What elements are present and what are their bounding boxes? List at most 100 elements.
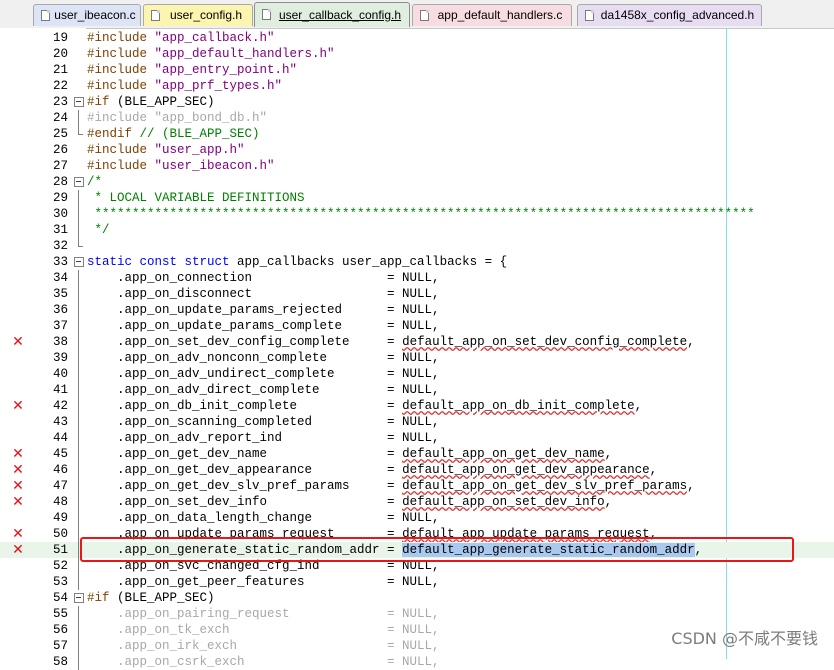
- fold-toggle-icon[interactable]: [73, 254, 84, 270]
- code-text: * LOCAL VARIABLE DEFINITIONS: [87, 190, 305, 206]
- fold-guide: [73, 574, 84, 590]
- error-marker-icon[interactable]: ✕: [11, 478, 25, 494]
- code-line[interactable]: ✕ 38 .app_on_set_dev_config_complete = de…: [0, 334, 834, 350]
- code-line[interactable]: ✕ 45 .app_on_get_dev_name = default_app_o…: [0, 446, 834, 462]
- code-text: #include "app_entry_point.h": [87, 62, 297, 78]
- code-line[interactable]: ✕ 47 .app_on_get_dev_slv_pref_params = de…: [0, 478, 834, 494]
- code-token: .app_on_update_params_complete = NULL,: [87, 319, 440, 333]
- code-token: .app_on_data_length_change = NULL,: [87, 511, 440, 525]
- line-number: 53: [52, 575, 68, 589]
- fold-guide: [73, 382, 84, 398]
- code-line[interactable]: 29 * LOCAL VARIABLE DEFINITIONS: [0, 190, 834, 206]
- tab-da1458x-config-advanced-h[interactable]: da1458x_config_advanced.h: [577, 4, 762, 26]
- code-line[interactable]: 55 .app_on_pairing_request = NULL,: [0, 606, 834, 622]
- line-number: 56: [52, 623, 68, 637]
- line-number: 35: [52, 287, 68, 301]
- fold-toggle-icon[interactable]: [73, 94, 84, 110]
- tab-app-default-handlers-c[interactable]: app_default_handlers.c: [412, 4, 572, 26]
- code-token: "user_app.h": [154, 143, 245, 157]
- code-line[interactable]: 32: [0, 238, 834, 254]
- code-token: ,: [604, 495, 613, 509]
- code-line[interactable]: ✕ 42 .app_on_db_init_complete = default_a…: [0, 398, 834, 414]
- fold-toggle-icon[interactable]: [73, 174, 84, 190]
- code-line[interactable]: 22 #include "app_prf_types.h": [0, 78, 834, 94]
- code-line[interactable]: 33 static const struct app_callbacks user…: [0, 254, 834, 270]
- fold-guide: [73, 110, 84, 126]
- code-token: ,: [604, 447, 613, 461]
- code-line[interactable]: 43 .app_on_scanning_completed = NULL,: [0, 414, 834, 430]
- line-number: 43: [52, 415, 68, 429]
- line-number: 30: [52, 207, 68, 221]
- code-line[interactable]: ✕ 48 .app_on_set_dev_info = default_app_o…: [0, 494, 834, 510]
- tab-label: app_default_handlers.c: [437, 8, 563, 22]
- code-text: .app_on_scanning_completed = NULL,: [87, 414, 440, 430]
- tab-user-ibeacon-c[interactable]: user_ibeacon.c: [33, 4, 141, 26]
- code-line[interactable]: 24 #include "app_bond_db.h": [0, 110, 834, 126]
- code-line[interactable]: 36 .app_on_update_params_rejected = NULL…: [0, 302, 834, 318]
- error-marker-icon[interactable]: ✕: [11, 462, 25, 478]
- line-number: 42: [52, 399, 68, 413]
- code-token: .app_on_scanning_completed = NULL,: [87, 415, 440, 429]
- code-line[interactable]: 25 #endif // (BLE_APP_SEC): [0, 126, 834, 142]
- code-text: */: [87, 222, 110, 238]
- code-token: .app_on_update_params_rejected = NULL,: [87, 303, 440, 317]
- code-line[interactable]: 53 .app_on_get_peer_features = NULL,: [0, 574, 834, 590]
- code-token: "app_default_handlers.h": [154, 47, 335, 61]
- code-line[interactable]: 34 .app_on_connection = NULL,: [0, 270, 834, 286]
- code-line[interactable]: 54 #if (BLE_APP_SEC): [0, 590, 834, 606]
- code-token: "user_ibeacon.h": [154, 159, 275, 173]
- code-line[interactable]: 35 .app_on_disconnect = NULL,: [0, 286, 834, 302]
- code-line[interactable]: 26 #include "user_app.h": [0, 142, 834, 158]
- code-line[interactable]: 21 #include "app_entry_point.h": [0, 62, 834, 78]
- code-token: ,: [649, 463, 658, 477]
- code-line[interactable]: 28 /*: [0, 174, 834, 190]
- error-marker-icon[interactable]: ✕: [11, 334, 25, 350]
- code-token: app_callbacks user_app_callbacks = {: [237, 255, 508, 269]
- code-line[interactable]: 30 *************************************…: [0, 206, 834, 222]
- error-marker-icon[interactable]: ✕: [11, 526, 25, 542]
- code-text: #include "app_default_handlers.h": [87, 46, 335, 62]
- fold-guide: [73, 366, 84, 382]
- code-line[interactable]: 27 #include "user_ibeacon.h": [0, 158, 834, 174]
- code-line[interactable]: 39 .app_on_adv_nonconn_complete = NULL,: [0, 350, 834, 366]
- error-marker-icon[interactable]: ✕: [11, 446, 25, 462]
- code-line[interactable]: 49 .app_on_data_length_change = NULL,: [0, 510, 834, 526]
- line-number: 48: [52, 495, 68, 509]
- code-text: .app_on_tk_exch = NULL,: [87, 622, 440, 638]
- editor-tab-bar: user_ibeacon.c user_config.h user_callback…: [0, 0, 834, 29]
- tab-user-config-h[interactable]: user_config.h: [143, 4, 253, 26]
- code-line[interactable]: 40 .app_on_adv_undirect_complete = NULL,: [0, 366, 834, 382]
- code-line[interactable]: 20 #include "app_default_handlers.h": [0, 46, 834, 62]
- fold-guide: [73, 334, 84, 350]
- code-token: .app_on_adv_nonconn_complete = NULL,: [87, 351, 440, 365]
- code-line[interactable]: 23 #if (BLE_APP_SEC): [0, 94, 834, 110]
- line-number: 27: [52, 159, 68, 173]
- code-line[interactable]: 58 .app_on_csrk_exch = NULL,: [0, 654, 834, 670]
- code-text: static const struct app_callbacks user_a…: [87, 254, 507, 270]
- tab-user-callback-config-h[interactable]: user_callback_config.h: [254, 2, 410, 27]
- code-line[interactable]: 41 .app_on_adv_direct_complete = NULL,: [0, 382, 834, 398]
- code-token: "app_callback.h": [154, 31, 275, 45]
- code-line[interactable]: 37 .app_on_update_params_complete = NULL…: [0, 318, 834, 334]
- code-text: #if (BLE_APP_SEC): [87, 590, 215, 606]
- code-text: .app_on_get_dev_slv_pref_params = defaul…: [87, 478, 695, 494]
- code-token: .app_on_disconnect = NULL,: [87, 287, 440, 301]
- code-line[interactable]: 19 #include "app_callback.h": [0, 30, 834, 46]
- error-marker-icon[interactable]: ✕: [11, 398, 25, 414]
- code-token: #if: [87, 95, 118, 109]
- fold-toggle-icon[interactable]: [73, 590, 84, 606]
- line-number: 32: [52, 239, 68, 253]
- line-number: 45: [52, 447, 68, 461]
- fold-guide: [73, 638, 84, 654]
- error-marker-icon[interactable]: ✕: [11, 494, 25, 510]
- code-line[interactable]: ✕ 46 .app_on_get_dev_appearance = default…: [0, 462, 834, 478]
- line-number: 55: [52, 607, 68, 621]
- code-text: .app_on_adv_direct_complete = NULL,: [87, 382, 440, 398]
- line-number: 24: [52, 111, 68, 125]
- error-marker-icon[interactable]: ✕: [11, 542, 25, 558]
- code-token: "app_entry_point.h": [154, 63, 298, 77]
- code-token: */: [87, 223, 110, 237]
- code-line[interactable]: 44 .app_on_adv_report_ind = NULL,: [0, 430, 834, 446]
- line-number: 41: [52, 383, 68, 397]
- code-line[interactable]: 31 */: [0, 222, 834, 238]
